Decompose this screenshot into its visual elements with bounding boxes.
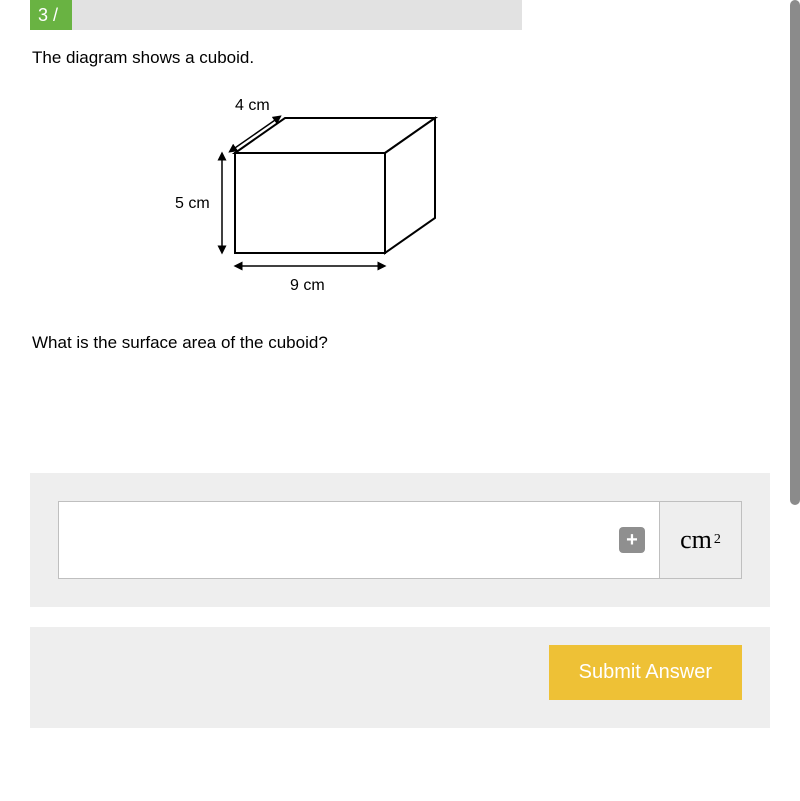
plus-icon[interactable]: +	[619, 527, 645, 553]
submit-answer-button[interactable]: Submit Answer	[549, 645, 742, 700]
question-header: 3 /	[30, 0, 770, 30]
answer-input[interactable]	[73, 502, 619, 578]
answer-input-container: +	[58, 501, 660, 579]
question-intro-text: The diagram shows a cuboid.	[32, 48, 770, 68]
cuboid-diagram: 4 cm 5 cm 9 cm	[30, 88, 770, 333]
button-section: Submit Answer	[30, 627, 770, 728]
question-prompt-text: What is the surface area of the cuboid?	[32, 333, 770, 353]
header-bar	[72, 0, 522, 30]
scrollbar[interactable]	[790, 0, 800, 505]
unit-text: cm	[680, 525, 712, 555]
diagram-bottom-label: 9 cm	[290, 277, 325, 294]
diagram-left-label: 5 cm	[175, 195, 210, 212]
unit-exponent: 2	[714, 532, 721, 548]
question-number-badge: 3 /	[30, 0, 72, 30]
unit-label: cm2	[660, 501, 742, 579]
answer-section: + cm2	[30, 473, 770, 607]
diagram-top-label: 4 cm	[235, 98, 270, 114]
